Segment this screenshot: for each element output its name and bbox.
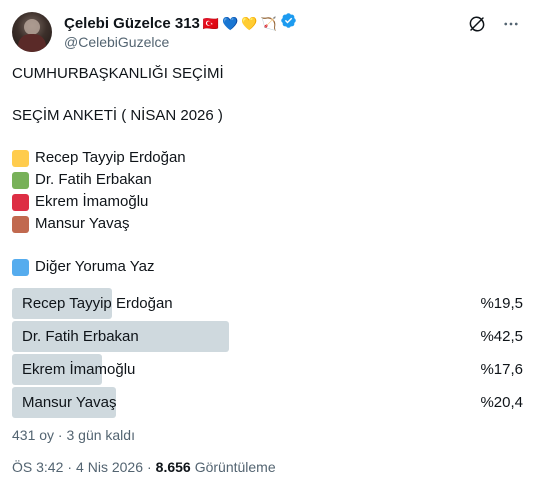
- red-square-icon: [12, 193, 29, 211]
- separator-dot: ·: [67, 459, 73, 475]
- legend-label: Diğer Yoruma Yaz: [35, 258, 155, 275]
- poll-option[interactable]: Ekrem İmamoğlu %17,6: [12, 354, 523, 385]
- green-square-icon: [12, 171, 29, 189]
- grok-icon[interactable]: [467, 14, 487, 34]
- legend-item: Dr. Fatih Erbakan: [12, 170, 152, 190]
- post-title: CUMHURBAŞKANLIĞI SEÇİMİ: [12, 65, 224, 82]
- poll-option[interactable]: Dr. Fatih Erbakan %42,5: [12, 321, 523, 352]
- legend-label: Ekrem İmamoğlu: [35, 193, 149, 210]
- poll-option-label: Recep Tayyip Erdoğan: [22, 295, 173, 312]
- top-actions: [467, 14, 521, 34]
- author-handle[interactable]: @CelebiGuzelce: [64, 34, 297, 50]
- avatar[interactable]: [12, 12, 52, 52]
- poll-option-label: Dr. Fatih Erbakan: [22, 328, 139, 345]
- post-date[interactable]: 4 Nis 2026: [76, 459, 143, 475]
- display-name[interactable]: Çelebi Güzelce 313: [64, 15, 200, 32]
- poll: Recep Tayyip Erdoğan %19,5 Dr. Fatih Erb…: [12, 288, 523, 420]
- legend-item: Mansur Yavaş: [12, 214, 130, 234]
- turkey-flag-icon: 🇹🇷: [202, 15, 220, 31]
- legend-label: Recep Tayyip Erdoğan: [35, 149, 186, 166]
- blue-heart-icon: 💙: [222, 15, 239, 31]
- verified-badge-icon: [280, 12, 297, 34]
- views-label: Görüntüleme: [194, 459, 276, 475]
- more-options-icon[interactable]: [501, 14, 521, 34]
- bow-and-arrow-icon: 🏹: [260, 15, 277, 31]
- separator-dot: ·: [146, 459, 152, 475]
- post-footer: ÖS 3:42 · 4 Nis 2026 · 8.656 Görüntüleme: [12, 459, 276, 475]
- poll-option[interactable]: Mansur Yavaş %20,4: [12, 387, 523, 418]
- author-info: Çelebi Güzelce 313 🇹🇷 💙 💛 🏹 @CelebiGuzel…: [64, 13, 297, 50]
- legend-item: Recep Tayyip Erdoğan: [12, 148, 186, 168]
- poll-option-percent: %17,6: [480, 361, 523, 378]
- legend-label: Mansur Yavaş: [35, 215, 130, 232]
- poll-option-percent: %20,4: [480, 394, 523, 411]
- poll-option-label: Mansur Yavaş: [22, 394, 117, 411]
- post-time[interactable]: ÖS 3:42: [12, 459, 63, 475]
- poll-option-percent: %19,5: [480, 295, 523, 312]
- poll-option-label: Ekrem İmamoğlu: [22, 361, 136, 378]
- views-count: 8.656: [155, 459, 191, 475]
- yellow-heart-icon: 💛: [241, 15, 258, 31]
- brown-square-icon: [12, 215, 29, 233]
- name-row: Çelebi Güzelce 313 🇹🇷 💙 💛 🏹: [64, 13, 297, 33]
- yellow-square-icon: [12, 149, 29, 167]
- avatar-body: [18, 34, 46, 52]
- post-subtitle: SEÇİM ANKETİ ( NİSAN 2026 ): [12, 107, 223, 124]
- legend-item: Ekrem İmamoğlu: [12, 192, 148, 212]
- legend-label: Dr. Fatih Erbakan: [35, 171, 152, 188]
- legend-item: Diğer Yoruma Yaz: [12, 257, 155, 277]
- poll-option-percent: %42,5: [480, 328, 523, 345]
- avatar-figure: [24, 19, 40, 35]
- post-header: Çelebi Güzelce 313 🇹🇷 💙 💛 🏹 @CelebiGuzel…: [12, 10, 527, 52]
- poll-meta: 431 oy · 3 gün kaldı: [12, 427, 135, 443]
- blue-square-icon: [12, 258, 29, 276]
- poll-option[interactable]: Recep Tayyip Erdoğan %19,5: [12, 288, 523, 319]
